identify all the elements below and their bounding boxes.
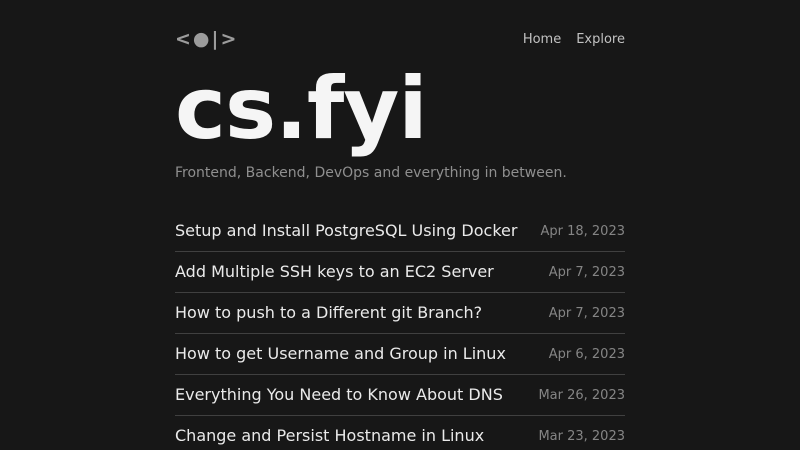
page-title: cs.fyi [175, 67, 625, 151]
post-title: Change and Persist Hostname in Linux [175, 426, 484, 446]
post-title: Add Multiple SSH keys to an EC2 Server [175, 262, 494, 282]
post-row[interactable]: How to get Username and Group in Linux A… [175, 334, 625, 375]
post-list: Setup and Install PostgreSQL Using Docke… [175, 211, 625, 450]
post-date: Apr 18, 2023 [528, 224, 625, 239]
post-title: Everything You Need to Know About DNS [175, 385, 503, 405]
post-date: Mar 23, 2023 [526, 429, 625, 444]
post-date: Mar 26, 2023 [526, 388, 625, 403]
post-title: How to get Username and Group in Linux [175, 344, 506, 364]
post-date: Apr 7, 2023 [537, 265, 625, 280]
post-date: Apr 7, 2023 [537, 306, 625, 321]
post-title: Setup and Install PostgreSQL Using Docke… [175, 221, 517, 241]
post-title: How to push to a Different git Branch? [175, 303, 482, 323]
page-tagline: Frontend, Backend, DevOps and everything… [175, 165, 625, 181]
nav-link-home[interactable]: Home [523, 32, 561, 47]
post-row[interactable]: Add Multiple SSH keys to an EC2 Server A… [175, 252, 625, 293]
post-date: Apr 6, 2023 [537, 347, 625, 362]
nav-link-explore[interactable]: Explore [576, 32, 625, 47]
page-container: <●|> Home Explore cs.fyi Frontend, Backe… [175, 0, 625, 450]
main-nav: Home Explore [523, 32, 625, 47]
post-row[interactable]: Setup and Install PostgreSQL Using Docke… [175, 211, 625, 252]
site-header: <●|> Home Explore [175, 27, 625, 51]
site-logo[interactable]: <●|> [175, 30, 238, 49]
post-row[interactable]: Everything You Need to Know About DNS Ma… [175, 375, 625, 416]
post-row[interactable]: Change and Persist Hostname in Linux Mar… [175, 416, 625, 450]
post-row[interactable]: How to push to a Different git Branch? A… [175, 293, 625, 334]
